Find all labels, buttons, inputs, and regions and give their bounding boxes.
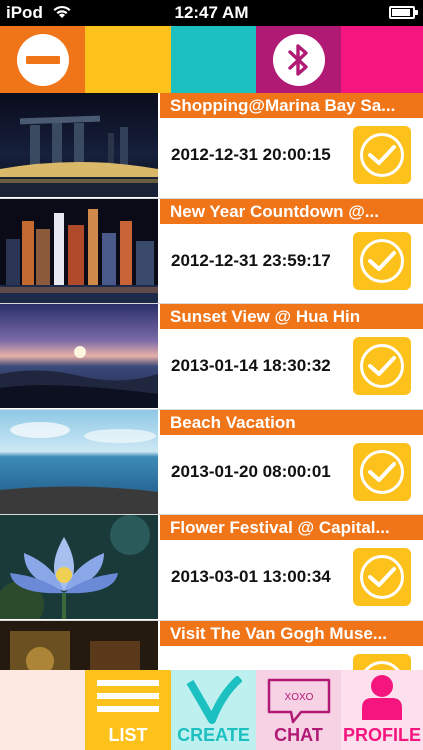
checkmark-icon[interactable]: [353, 548, 411, 606]
event-thumbnail: [0, 304, 158, 408]
event-thumbnail: [0, 93, 158, 197]
minus-circle-icon[interactable]: [16, 33, 69, 86]
event-title: Visit The Van Gogh Muse...: [160, 620, 423, 646]
list-item[interactable]: Visit The Van Gogh Muse...: [0, 620, 423, 670]
event-title: Sunset View @ Hua Hin: [160, 304, 423, 329]
event-datetime: 2013-01-14 18:30:32: [171, 356, 331, 375]
event-title: New Year Countdown @...: [160, 198, 423, 224]
event-title: Flower Festival @ Capital...: [160, 515, 423, 540]
event-datetime: 2013-03-01 13:00:34: [171, 567, 331, 586]
event-datetime: 2012-12-31 20:00:15: [171, 145, 331, 164]
event-thumbnail: [0, 409, 158, 514]
list-icon: [97, 676, 159, 721]
checkmark-icon[interactable]: [353, 126, 411, 184]
list-item[interactable]: Shopping@Marina Bay Sa... 2012-12-31 20:…: [0, 93, 423, 199]
event-thumbnail: [0, 620, 158, 670]
tab-profile[interactable]: PROFILE: [341, 670, 423, 750]
tab-create[interactable]: CREATE: [171, 670, 256, 750]
chat-bubble-icon: XOXO: [267, 678, 331, 729]
status-bar: iPod 12:47 AM: [0, 0, 423, 26]
bluetooth-icon[interactable]: [272, 33, 325, 86]
profile-icon: [360, 674, 404, 727]
checkmark-icon[interactable]: [353, 337, 411, 395]
chat-bubble-text: XOXO: [284, 692, 313, 703]
event-datetime: 2012-12-31 23:59:17: [171, 250, 331, 270]
list-item[interactable]: Flower Festival @ Capital... 2013-03-01 …: [0, 515, 423, 621]
list-item[interactable]: Sunset View @ Hua Hin 2013-01-14 18:30:3…: [0, 304, 423, 410]
event-list[interactable]: Shopping@Marina Bay Sa... 2012-12-31 20:…: [0, 93, 423, 670]
event-title: Beach Vacation: [160, 409, 423, 435]
tab-label: CHAT: [274, 725, 323, 745]
checkmark-icon[interactable]: [353, 653, 411, 670]
checkmark-icon[interactable]: [353, 231, 411, 290]
tab-label: CREATE: [177, 725, 250, 745]
list-item[interactable]: Beach Vacation 2013-01-20 08:00:01: [0, 409, 423, 515]
top-segment-yellow: [85, 26, 171, 93]
tab-spacer: [0, 670, 85, 750]
tab-bar: LIST CREATE XOXO CHAT PROFILE: [0, 670, 423, 750]
top-segment-bluetooth: [256, 26, 341, 93]
battery-icon: [389, 6, 418, 19]
list-item[interactable]: New Year Countdown @... 2012-12-31 23:59…: [0, 198, 423, 304]
top-segment-pink: [341, 26, 423, 93]
tab-list[interactable]: LIST: [85, 670, 171, 750]
event-datetime: 2013-01-20 08:00:01: [171, 461, 331, 481]
create-check-icon: [186, 675, 243, 729]
event-title: Shopping@Marina Bay Sa...: [160, 93, 423, 118]
event-thumbnail: [0, 515, 158, 619]
top-color-bar: [0, 26, 423, 93]
top-segment-minus: [0, 26, 85, 93]
tab-label: LIST: [108, 725, 148, 745]
checkmark-icon[interactable]: [353, 442, 411, 501]
clock: 12:47 AM: [174, 3, 249, 22]
tab-chat[interactable]: XOXO CHAT: [256, 670, 341, 750]
top-segment-teal: [171, 26, 256, 93]
event-thumbnail: [0, 198, 158, 303]
tab-label: PROFILE: [342, 725, 421, 745]
